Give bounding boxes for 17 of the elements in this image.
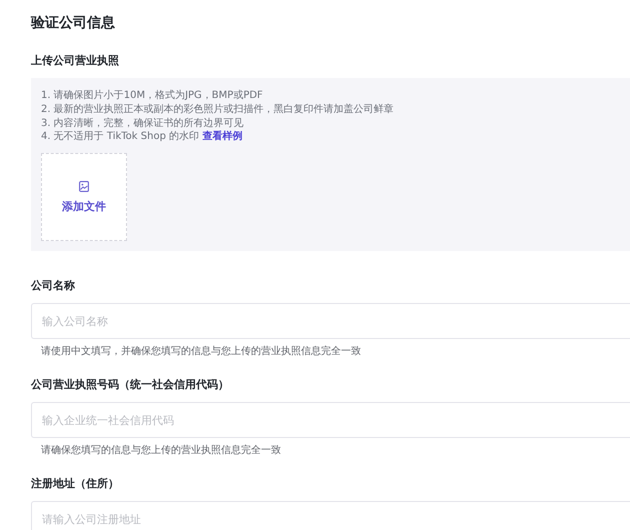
input-field[interactable]: 输入企业统一社会信用代码 [31,402,630,438]
field-label: 注册地址（住所） [31,477,119,491]
sample-link[interactable]: 查看样例 [202,131,242,142]
input-field[interactable]: 输入公司名称 [31,303,630,339]
image-icon [79,180,89,192]
field-label: 公司名称 [31,279,75,293]
instruction-text: 1. 请确保图片小于10M，格式为JPG，BMP或PDF [41,89,263,103]
hint-text: 请确保您填写的信息与您上传的营业执照信息完全一致 [41,444,281,457]
add-file-button[interactable]: 添加文件 [41,153,127,242]
section-label: 上传公司营业执照 [31,54,119,68]
instruction-text: 4. 无不适用于 TikTok Shop 的水印 查看样例 [41,130,242,144]
page-title: 验证公司信息 [31,14,116,32]
hint-text: 请使用中文填写，并确保您填写的信息与您上传的营业执照信息完全一致 [41,345,361,358]
instruction-text: 2. 最新的营业执照正本或副本的彩色照片或扫描件，黑白复印件请加盖公司鲜章 [41,102,394,117]
input-field[interactable]: 请输入公司注册地址 [31,501,630,530]
field-label: 公司营业执照号码（统一社会信用代码） [31,378,229,392]
instruction-text: 3. 内容清晰，完整，确保证书的所有边界可见 [41,116,244,130]
